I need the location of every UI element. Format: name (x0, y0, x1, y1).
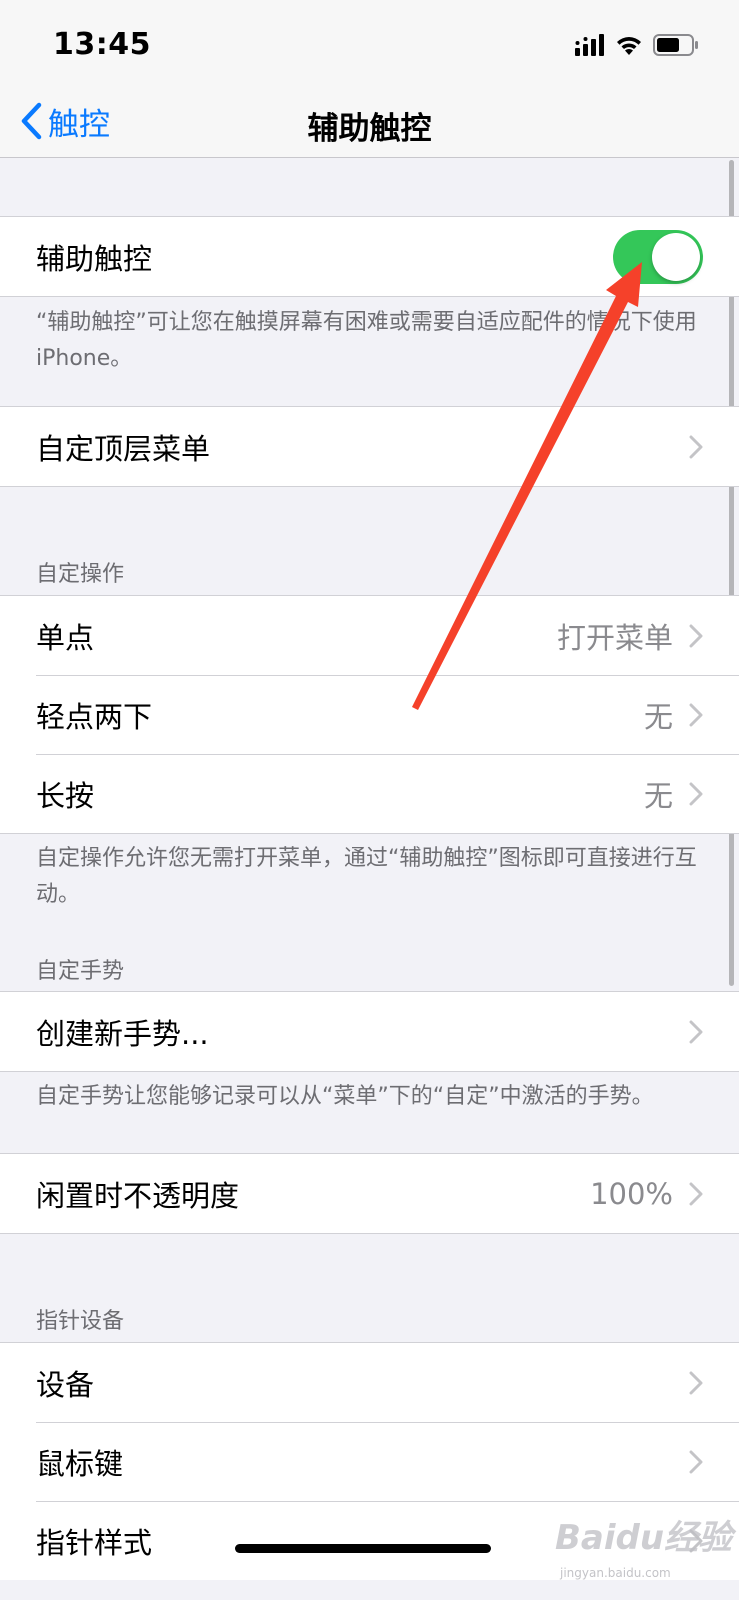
idle-opacity-group: 闲置时不透明度 100% (0, 1153, 739, 1234)
pointer-devices-header: 指针设备 (36, 1309, 125, 1334)
assistive-touch-group: 辅助触控 (0, 216, 739, 297)
long-press-value: 无 (643, 778, 673, 813)
top-menu-group: 自定顶层菜单 (0, 406, 739, 487)
double-tap-row[interactable]: 轻点两下 无 (0, 675, 739, 754)
custom-gestures-note: 自定手势让您能够记录可以从“菜单”下的“自定”中激活的手势。 (36, 1084, 654, 1109)
watermark-logo: Baidu经验 (555, 1518, 733, 1558)
create-new-gesture-row[interactable]: 创建新手势... (0, 992, 739, 1071)
custom-actions-group: 单点 打开菜单 轻点两下 无 长按 无 (0, 595, 739, 834)
long-press-label: 长按 (36, 778, 95, 813)
custom-gestures-header: 自定手势 (36, 959, 125, 984)
status-time: 13:45 (53, 27, 151, 62)
battery-icon (653, 34, 698, 56)
single-tap-value: 打开菜单 (556, 620, 673, 655)
idle-opacity-row[interactable]: 闲置时不透明度 100% (0, 1154, 739, 1233)
idle-opacity-value: 100% (590, 1176, 673, 1211)
long-press-row[interactable]: 长按 无 (0, 754, 739, 833)
custom-actions-header: 自定操作 (36, 562, 125, 587)
status-bar: 13:45 (0, 0, 739, 90)
home-indicator (235, 1544, 491, 1553)
assistive-touch-note: “辅助触控”可让您在触摸屏幕有困难或需要自适应配件的情况下使用iPhone。 (36, 310, 697, 371)
watermark-url: jingyan.baidu.com (560, 1566, 671, 1580)
customize-top-menu-row[interactable]: 自定顶层菜单 (0, 407, 739, 486)
chevron-right-icon (689, 782, 703, 805)
devices-row[interactable]: 设备 (0, 1343, 739, 1422)
chevron-right-icon (689, 624, 703, 647)
status-icons (575, 30, 699, 60)
navigation-bar: 触控 辅助触控 (0, 90, 739, 158)
assistive-touch-toggle[interactable] (613, 229, 703, 284)
single-tap-label: 单点 (36, 620, 95, 655)
custom-actions-note: 自定操作允许您无需打开菜单，通过“辅助触控”图标即可直接进行互动。 (36, 846, 697, 907)
assistive-touch-row: 辅助触控 (0, 217, 739, 296)
chevron-right-icon (689, 703, 703, 726)
devices-label: 设备 (36, 1367, 95, 1402)
toggle-knob (652, 232, 700, 281)
mouse-keys-label: 鼠标键 (36, 1446, 124, 1481)
customize-top-menu-label: 自定顶层菜单 (36, 431, 211, 466)
chevron-right-icon (689, 1020, 703, 1043)
single-tap-row[interactable]: 单点 打开菜单 (0, 596, 739, 675)
assistive-touch-label: 辅助触控 (36, 241, 153, 276)
chevron-right-icon (689, 1371, 703, 1394)
double-tap-label: 轻点两下 (36, 699, 153, 734)
chevron-right-icon (689, 1450, 703, 1473)
chevron-right-icon (689, 1182, 703, 1205)
idle-opacity-label: 闲置时不透明度 (36, 1178, 240, 1213)
create-new-gesture-label: 创建新手势... (36, 1016, 209, 1051)
mouse-keys-row[interactable]: 鼠标键 (0, 1422, 739, 1501)
page-title: 辅助触控 (307, 111, 432, 147)
chevron-right-icon (689, 435, 703, 458)
double-tap-value: 无 (643, 699, 673, 734)
wifi-icon (617, 37, 641, 55)
custom-gestures-group: 创建新手势... (0, 991, 739, 1072)
cellular-signal-icon (575, 34, 604, 56)
